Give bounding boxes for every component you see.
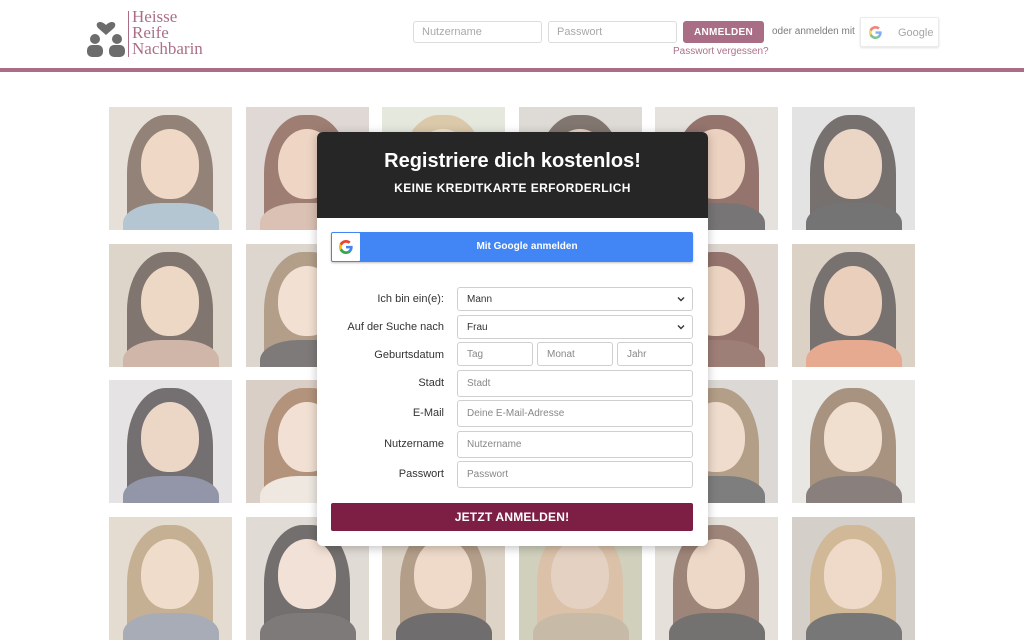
profile-photo[interactable] bbox=[792, 517, 915, 640]
email-label: E-Mail bbox=[412, 407, 444, 419]
birth-month-input[interactable] bbox=[537, 342, 613, 366]
username-label: Nutzername bbox=[384, 438, 444, 450]
site-header: Heisse Reife Nachbarin ANMELDEN oder anm… bbox=[0, 0, 1024, 68]
couple-heart-icon bbox=[87, 21, 125, 57]
photo-body-shape bbox=[123, 203, 219, 230]
photo-body-shape bbox=[806, 340, 902, 367]
city-input[interactable] bbox=[457, 370, 693, 397]
header-accent-bar bbox=[0, 68, 1024, 72]
logo-wordmark: Heisse Reife Nachbarin bbox=[132, 8, 203, 58]
header-google-login-button[interactable]: Google bbox=[860, 17, 939, 47]
photo-face-shape bbox=[141, 539, 199, 609]
username-input[interactable] bbox=[457, 431, 693, 458]
registration-modal: Registriere dich kostenlos! KEINE KREDIT… bbox=[317, 132, 708, 546]
logo-divider bbox=[128, 11, 129, 57]
photo-body-shape bbox=[123, 613, 219, 640]
photo-body-shape bbox=[123, 476, 219, 503]
photo-face-shape bbox=[824, 266, 882, 336]
google-signup-label: Mit Google anmelden bbox=[476, 241, 578, 252]
profile-photo[interactable] bbox=[109, 517, 232, 640]
photo-body-shape bbox=[806, 203, 902, 230]
profile-photo[interactable] bbox=[792, 107, 915, 230]
google-icon-box bbox=[332, 233, 360, 261]
modal-title: Registriere dich kostenlos! bbox=[384, 150, 641, 172]
photo-face-shape bbox=[824, 402, 882, 472]
site-logo[interactable]: Heisse Reife Nachbarin bbox=[86, 8, 216, 61]
header-password-input[interactable] bbox=[548, 21, 677, 43]
photo-body-shape bbox=[260, 613, 356, 640]
profile-photo[interactable] bbox=[109, 244, 232, 367]
photo-body-shape bbox=[396, 613, 492, 640]
birth-year-input[interactable] bbox=[617, 342, 693, 366]
photo-body-shape bbox=[123, 340, 219, 367]
photo-face-shape bbox=[414, 539, 472, 609]
seeking-select[interactable]: Frau bbox=[457, 315, 693, 339]
photo-body-shape bbox=[806, 476, 902, 503]
photo-face-shape bbox=[141, 266, 199, 336]
photo-face-shape bbox=[687, 539, 745, 609]
password-input[interactable] bbox=[457, 461, 693, 488]
profile-photo[interactable] bbox=[109, 380, 232, 503]
photo-face-shape bbox=[824, 539, 882, 609]
birth-day-input[interactable] bbox=[457, 342, 533, 366]
birthdate-label: Geburtsdatum bbox=[374, 349, 444, 361]
password-label: Passwort bbox=[398, 468, 444, 480]
photo-face-shape bbox=[551, 539, 609, 609]
forgot-password-link[interactable]: Passwort vergessen? bbox=[673, 46, 769, 57]
register-submit-button[interactable]: JETZT ANMELDEN! bbox=[331, 503, 693, 531]
gender-selected-value: Mann bbox=[467, 294, 493, 305]
logo-line-3: Nachbarin bbox=[132, 39, 203, 58]
photo-face-shape bbox=[824, 129, 882, 199]
or-login-with-text: oder anmelden mit bbox=[772, 26, 855, 37]
chevron-down-icon bbox=[677, 297, 685, 302]
city-label: Stadt bbox=[418, 377, 444, 389]
photo-body-shape bbox=[669, 613, 765, 640]
modal-header: Registriere dich kostenlos! KEINE KREDIT… bbox=[317, 132, 708, 218]
profile-photo[interactable] bbox=[792, 380, 915, 503]
gender-label: Ich bin ein(e): bbox=[377, 293, 444, 305]
photo-face-shape bbox=[141, 402, 199, 472]
gender-select[interactable]: Mann bbox=[457, 287, 693, 311]
modal-subtitle: KEINE KREDITKARTE ERFORDERLICH bbox=[394, 181, 631, 195]
google-icon bbox=[339, 240, 353, 254]
seeking-selected-value: Frau bbox=[467, 322, 488, 333]
header-username-input[interactable] bbox=[413, 21, 542, 43]
photo-face-shape bbox=[141, 129, 199, 199]
header-login-button[interactable]: ANMELDEN bbox=[683, 21, 764, 43]
profile-photo[interactable] bbox=[792, 244, 915, 367]
chevron-down-icon bbox=[677, 325, 685, 330]
email-input[interactable] bbox=[457, 400, 693, 427]
photo-body-shape bbox=[533, 613, 629, 640]
profile-photo[interactable] bbox=[109, 107, 232, 230]
photo-body-shape bbox=[806, 613, 902, 640]
header-google-label: Google bbox=[898, 27, 934, 39]
seeking-label: Auf der Suche nach bbox=[347, 321, 444, 333]
photo-face-shape bbox=[278, 539, 336, 609]
google-signup-button[interactable]: Mit Google anmelden bbox=[331, 232, 693, 262]
google-icon bbox=[869, 26, 882, 39]
